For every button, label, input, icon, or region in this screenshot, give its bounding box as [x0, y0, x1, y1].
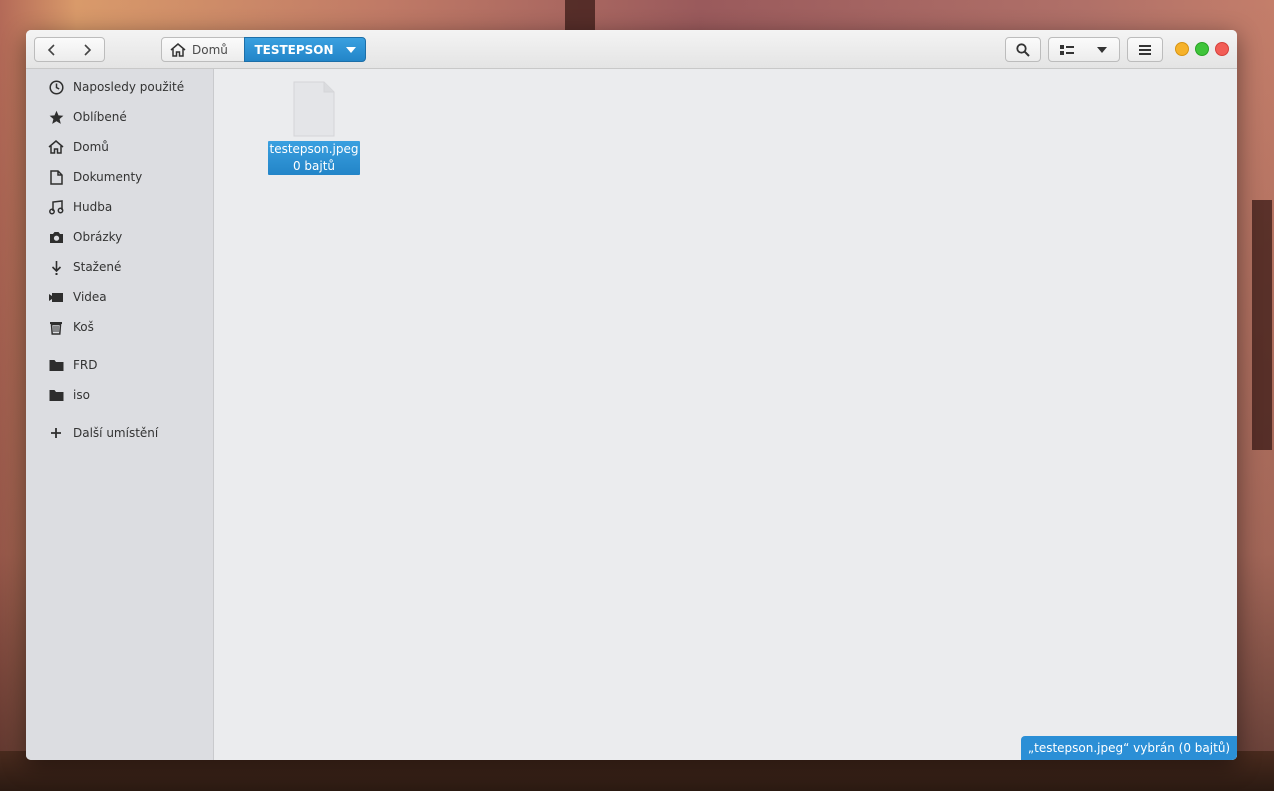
video-icon [48, 289, 64, 305]
search-button[interactable] [1005, 37, 1041, 62]
sidebar-item-other-locations[interactable]: Další umístění [26, 418, 214, 448]
sidebar-item-videos[interactable]: Videa [26, 282, 214, 312]
folder-icon [48, 357, 64, 373]
sidebar-item-label: Obrázky [73, 230, 123, 244]
selection-status: „testepson.jpeg“ vybrán (0 bajtů) [1021, 736, 1237, 760]
home-icon [48, 139, 64, 155]
sidebar-item-label: iso [73, 388, 90, 402]
sidebar-item-documents[interactable]: Dokumenty [26, 162, 214, 192]
caret-down-icon [1096, 46, 1107, 53]
sidebar-item-label: Stažené [73, 260, 122, 274]
file-item-label: testepson.jpeg 0 bajtů [268, 141, 360, 175]
sidebar-item-downloads[interactable]: Stažené [26, 252, 214, 282]
camera-icon [48, 229, 64, 245]
path-home-label: Domů [192, 42, 228, 57]
file-name: testepson.jpeg [269, 142, 359, 156]
trash-icon [48, 319, 64, 335]
document-icon [48, 169, 64, 185]
hamburger-menu-icon [1139, 44, 1151, 55]
sidebar-item-label: Koš [73, 320, 94, 334]
close-button[interactable] [1215, 42, 1229, 56]
header-bar: Domů TESTEPSON [26, 30, 1237, 69]
sidebar-bookmark-iso[interactable]: iso [26, 380, 214, 410]
sidebar-item-home[interactable]: Domů [26, 132, 214, 162]
view-mode-button[interactable] [1048, 37, 1085, 62]
star-icon [48, 109, 64, 125]
sidebar-item-recent[interactable]: Naposledy použité [26, 72, 214, 102]
maximize-button[interactable] [1195, 42, 1209, 56]
file-manager-window: Domů TESTEPSON Naposledy použité Oblíben… [26, 30, 1237, 760]
file-size: 0 bajtů [292, 159, 336, 173]
sidebar-item-label: Naposledy použité [73, 80, 185, 94]
sidebar-item-label: Další umístění [73, 426, 159, 440]
plus-icon [48, 425, 64, 441]
sidebar-item-label: Hudba [73, 200, 113, 214]
search-icon [1016, 42, 1030, 57]
clock-icon [48, 79, 64, 95]
folder-icon [48, 387, 64, 403]
chevron-left-icon [47, 43, 55, 56]
menu-button[interactable] [1127, 37, 1163, 62]
sidebar-bookmark-frd[interactable]: FRD [26, 350, 214, 380]
download-icon [48, 259, 64, 275]
wallpaper-bridge-tower-right [1252, 200, 1272, 450]
path-bar-current-button[interactable]: TESTEPSON [244, 37, 366, 62]
sidebar-item-label: FRD [73, 358, 98, 372]
sidebar-item-trash[interactable]: Koš [26, 312, 214, 342]
sidebar-item-starred[interactable]: Oblíbené [26, 102, 214, 132]
grid-view-icon [1059, 44, 1074, 55]
forward-button[interactable] [69, 37, 105, 62]
chevron-right-icon [83, 43, 91, 56]
wallpaper-bridge-tower-left [565, 0, 595, 32]
sidebar-item-label: Dokumenty [73, 170, 143, 184]
sidebar-item-label: Videa [73, 290, 107, 304]
path-current-label: TESTEPSON [254, 42, 334, 57]
caret-down-icon [345, 46, 356, 53]
back-button[interactable] [34, 37, 70, 62]
file-icon [293, 81, 335, 137]
path-bar-home-button[interactable]: Domů [161, 37, 245, 62]
sidebar: Naposledy použité Oblíbené Domů Dokument… [26, 69, 214, 760]
sidebar-item-label: Oblíbené [73, 110, 127, 124]
music-icon [48, 199, 64, 215]
home-icon [170, 42, 186, 57]
view-options-dropdown[interactable] [1084, 37, 1120, 62]
sidebar-item-music[interactable]: Hudba [26, 192, 214, 222]
file-view[interactable]: testepson.jpeg 0 bajtů „testepson.jpeg“ … [214, 69, 1237, 760]
minimize-button[interactable] [1175, 42, 1189, 56]
sidebar-item-label: Domů [73, 140, 109, 154]
sidebar-item-pictures[interactable]: Obrázky [26, 222, 214, 252]
